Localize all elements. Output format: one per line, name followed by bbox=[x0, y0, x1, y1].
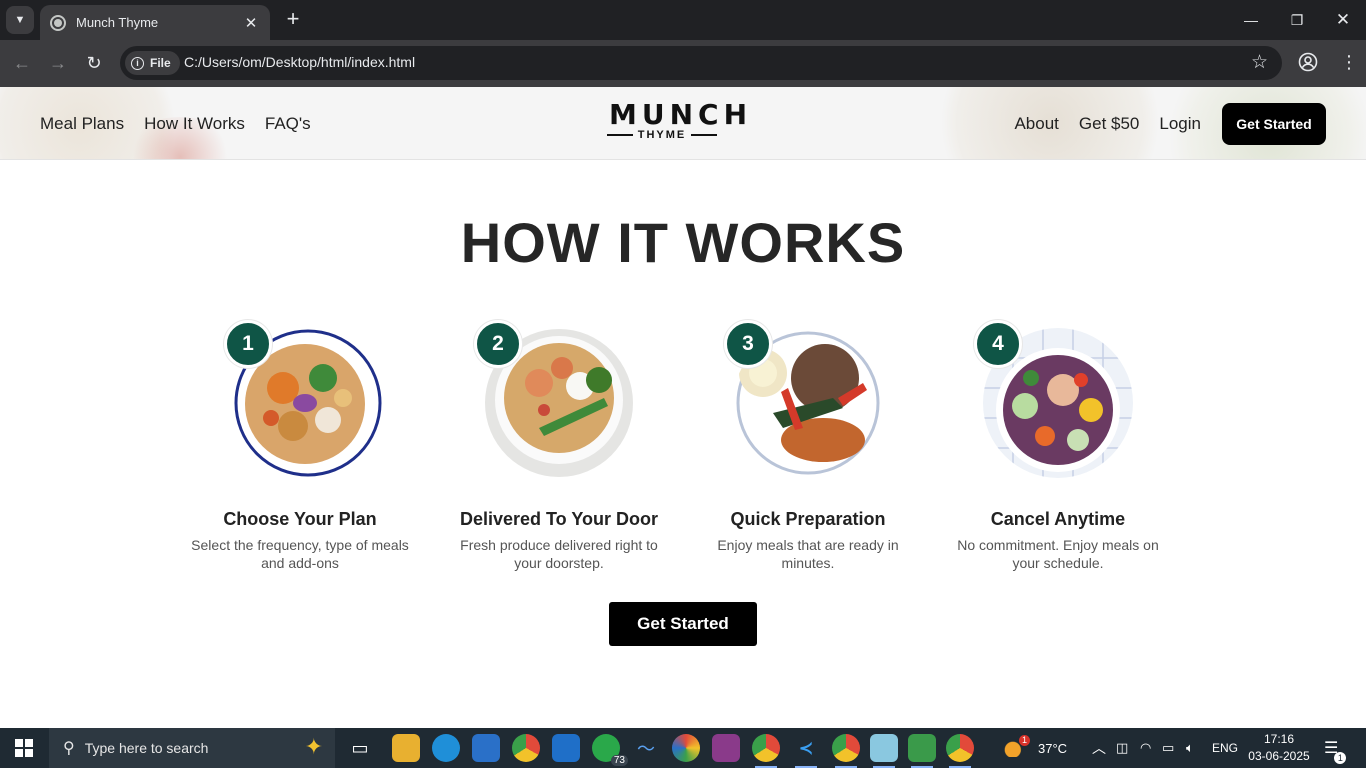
logo-wordmark: MUNCH bbox=[609, 98, 753, 131]
info-icon: i bbox=[131, 56, 144, 70]
step-description: Select the frequency, type of meals and … bbox=[191, 537, 409, 571]
start-button[interactable] bbox=[0, 728, 48, 768]
task-view-icon[interactable]: ▭ bbox=[346, 734, 374, 762]
nav-get-50[interactable]: Get $50 bbox=[1079, 114, 1140, 134]
step-title: Choose Your Plan bbox=[223, 509, 377, 529]
secondary-nav: About Get $50 Login Get Started bbox=[1014, 87, 1326, 159]
vscode-icon[interactable]: ≺ bbox=[792, 734, 820, 768]
whatsapp-icon[interactable]: 73 bbox=[592, 734, 628, 766]
nav-about[interactable]: About bbox=[1014, 114, 1058, 134]
weather-widget[interactable]: 1 37°C bbox=[1004, 728, 1067, 768]
reload-button[interactable]: ↻ bbox=[81, 51, 107, 77]
close-tab-icon[interactable]: ✕ bbox=[242, 14, 260, 32]
search-icon: ⚲ bbox=[63, 740, 75, 757]
step-description: Fresh produce delivered right to your do… bbox=[460, 537, 658, 571]
new-tab-button[interactable]: + bbox=[282, 8, 304, 32]
logo-sub-text: THYME bbox=[637, 129, 687, 141]
step-title: Quick Preparation bbox=[730, 509, 886, 529]
node-icon[interactable] bbox=[908, 734, 936, 768]
nav-how-it-works[interactable]: How It Works bbox=[144, 114, 245, 134]
file-explorer-icon[interactable] bbox=[392, 734, 420, 762]
step-number-badge: 2 bbox=[474, 320, 522, 368]
step-title: Delivered To Your Door bbox=[459, 509, 659, 529]
notepad-icon[interactable] bbox=[870, 734, 898, 768]
taskbar-search[interactable]: ⚲ Type here to search ✦ bbox=[49, 728, 335, 768]
forward-button[interactable]: → bbox=[45, 51, 71, 77]
clock-time: 17:16 bbox=[1263, 732, 1295, 746]
address-bar[interactable]: i File C:/Users/om/Desktop/html/index.ht… bbox=[120, 46, 1282, 80]
chrome-icon[interactable] bbox=[946, 734, 974, 768]
store-icon[interactable] bbox=[472, 734, 500, 762]
windows-logo-icon bbox=[15, 739, 33, 757]
step-description: Enjoy meals that are ready in minutes. bbox=[717, 537, 899, 571]
step-title: Cancel Anytime bbox=[990, 509, 1126, 529]
browser-toolbar: ← → ↻ i File C:/Users/om/Desktop/html/in… bbox=[0, 40, 1366, 87]
language-indicator[interactable]: ENG bbox=[1212, 728, 1238, 768]
whatsapp-badge: 73 bbox=[610, 755, 628, 766]
back-button[interactable]: ← bbox=[9, 51, 35, 77]
chrome-profile-icon[interactable] bbox=[832, 734, 860, 768]
outlook-icon[interactable] bbox=[552, 734, 580, 762]
step-number-badge: 3 bbox=[724, 320, 772, 368]
battery-icon[interactable]: ▭ bbox=[1162, 728, 1174, 768]
browser-tab[interactable]: Munch Thyme ✕ bbox=[40, 5, 270, 40]
logo-rule bbox=[606, 134, 633, 136]
site-info-chip[interactable]: i File bbox=[125, 51, 180, 75]
tab-search-button[interactable]: ▼ bbox=[6, 6, 34, 34]
chevron-down-icon: ▼ bbox=[14, 14, 26, 26]
primary-nav: Meal Plans How It Works FAQ's bbox=[40, 87, 311, 159]
globe-icon bbox=[50, 14, 66, 31]
logo-rule bbox=[691, 134, 718, 136]
show-hidden-icons[interactable]: ︿ bbox=[1092, 728, 1106, 768]
photos-icon[interactable] bbox=[672, 734, 700, 762]
nav-login[interactable]: Login bbox=[1159, 114, 1201, 134]
nav-meal-plans[interactable]: Meal Plans bbox=[40, 114, 124, 134]
restore-button[interactable]: ❐ bbox=[1274, 0, 1320, 40]
site-header: Meal Plans How It Works FAQ's MUNCH THYM… bbox=[0, 87, 1366, 160]
site-logo[interactable]: MUNCH THYME bbox=[605, 98, 753, 141]
search-placeholder: Type here to search bbox=[84, 740, 209, 756]
browser-tab-strip: ▼ Munch Thyme ✕ + — ❐ ✕ bbox=[0, 0, 1366, 40]
bookmark-star-icon[interactable]: ☆ bbox=[1251, 51, 1268, 74]
notification-count: 1 bbox=[1334, 752, 1347, 764]
volume-icon[interactable]: 🔈︎ bbox=[1186, 728, 1194, 768]
header-get-started-button[interactable]: Get Started bbox=[1222, 102, 1326, 145]
menu-kebab-icon[interactable]: ⋮ bbox=[1340, 52, 1358, 73]
get-started-button[interactable]: Get Started bbox=[609, 602, 757, 646]
minimize-button[interactable]: — bbox=[1228, 0, 1274, 40]
url-text: C:/Users/om/Desktop/html/index.html bbox=[184, 54, 416, 70]
taskbar-clock[interactable]: 17:16 03-06-2025 bbox=[1244, 731, 1314, 765]
chip-label: File bbox=[150, 56, 171, 70]
wifi-icon[interactable]: ◠ bbox=[1140, 728, 1151, 768]
notification-center-button[interactable]: ☰ 1 bbox=[1324, 728, 1347, 768]
chrome-profile-icon[interactable] bbox=[752, 734, 780, 768]
page-title: HOW IT WORKS bbox=[460, 211, 906, 274]
clock-date: 03-06-2025 bbox=[1248, 749, 1310, 763]
health-monitor-icon[interactable]: 〜 bbox=[632, 734, 660, 762]
winrar-icon[interactable] bbox=[712, 734, 740, 762]
edge-icon[interactable] bbox=[432, 734, 460, 762]
chrome-icon[interactable] bbox=[512, 734, 540, 762]
weather-sun-icon: 1 bbox=[1004, 735, 1030, 757]
profile-icon[interactable] bbox=[1298, 52, 1318, 77]
copilot-sparkle-icon[interactable]: ✦ bbox=[305, 734, 323, 760]
meet-now-icon[interactable]: ◫ bbox=[1116, 728, 1128, 768]
close-window-button[interactable]: ✕ bbox=[1320, 0, 1366, 40]
notification-icon: ☰ 1 bbox=[1324, 738, 1347, 764]
weather-alert-badge: 1 bbox=[1019, 735, 1030, 746]
temperature-text: 37°C bbox=[1038, 740, 1068, 756]
nav-faqs[interactable]: FAQ's bbox=[265, 114, 311, 134]
windows-taskbar: ⚲ Type here to search ✦ ▭ 73 〜 ≺ 1 37°C … bbox=[0, 728, 1366, 768]
step-number-badge: 1 bbox=[224, 320, 272, 368]
tab-title: Munch Thyme bbox=[76, 15, 159, 30]
step-description: No commitment. Enjoy meals on your sched… bbox=[957, 537, 1159, 571]
step-number-badge: 4 bbox=[974, 320, 1022, 368]
